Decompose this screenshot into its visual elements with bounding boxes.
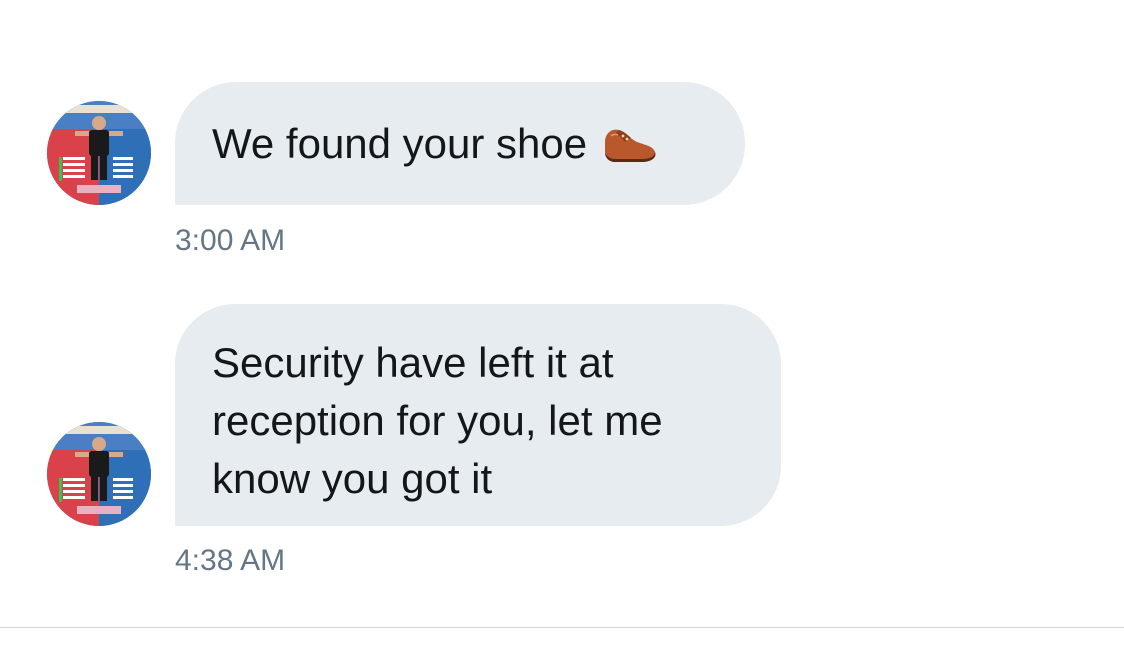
sender-avatar[interactable]: [47, 101, 151, 205]
message-text: We found your shoe: [212, 119, 588, 167]
message-bubble[interactable]: Security have left it at reception for y…: [175, 304, 781, 526]
message-bubble[interactable]: We found your shoe: [175, 82, 745, 205]
message-timestamp: 4:38 AM: [175, 544, 286, 577]
message-text: Security have left it at reception for y…: [212, 339, 663, 502]
avatar-image: [47, 422, 151, 526]
divider: [0, 627, 1124, 628]
sender-avatar[interactable]: [47, 422, 151, 526]
shoe-emoji-icon: [601, 122, 659, 166]
avatar-image: [47, 101, 151, 205]
message-timestamp: 3:00 AM: [175, 224, 286, 257]
dm-thread: We found your shoe 3:00 AM Security have…: [0, 0, 1124, 646]
